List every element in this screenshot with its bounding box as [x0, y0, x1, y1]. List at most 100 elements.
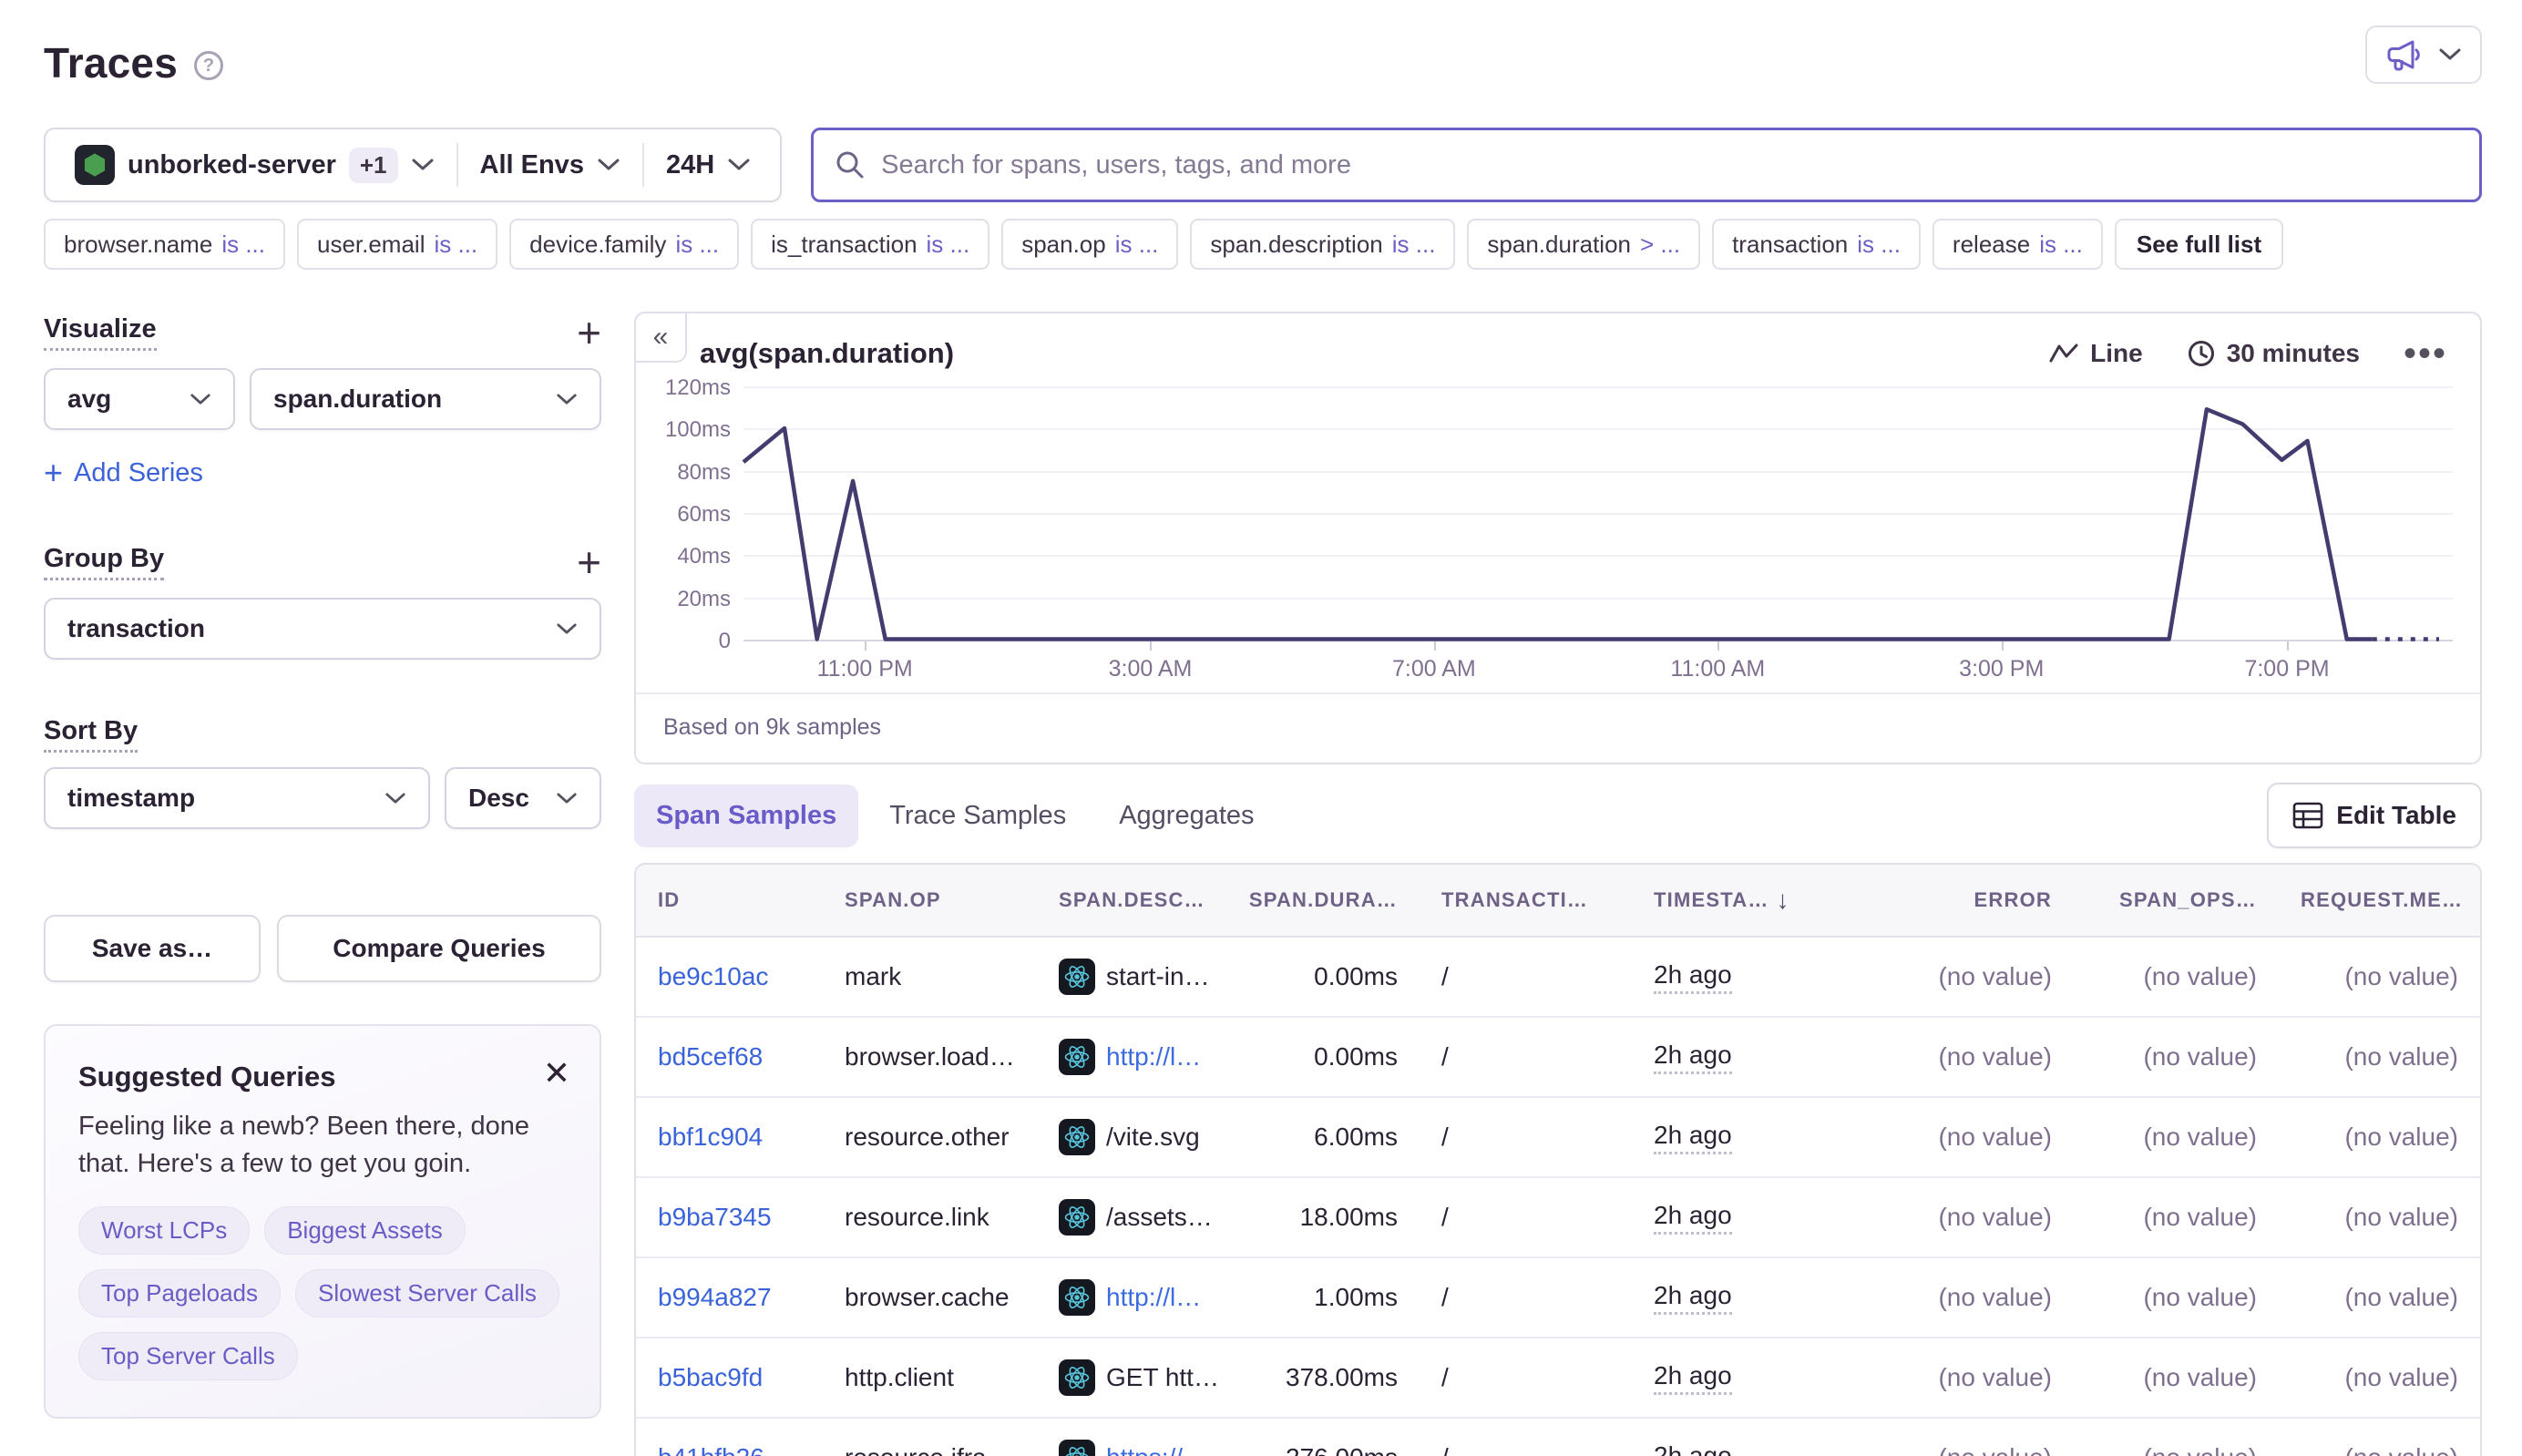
filter-chip-span.op[interactable]: span.opis ...: [1001, 219, 1178, 270]
react-icon: [1063, 1043, 1091, 1071]
collapse-sidebar-button[interactable]: «: [634, 312, 687, 363]
chart-panel: « avg(span.duration) Line 30 minutes •••: [634, 312, 2482, 764]
field-value: span.duration: [273, 385, 442, 414]
cell-error: (no value): [1850, 1203, 2074, 1232]
filter-chip-span.description[interactable]: span.descriptionis ...: [1190, 219, 1455, 270]
sort-direction-select[interactable]: Desc: [445, 767, 601, 829]
react-icon: [1063, 1204, 1091, 1231]
cell-transaction: /: [1420, 1203, 1632, 1232]
chevron-down-icon: [2438, 47, 2462, 62]
tab-trace-samples[interactable]: Trace Samples: [867, 784, 1088, 847]
add-series-button[interactable]: + Add Series: [44, 454, 203, 492]
cell-span-op: resource.other: [823, 1123, 1037, 1152]
y-tick-label: 60ms: [677, 502, 731, 528]
y-tick-label: 100ms: [665, 417, 731, 443]
add-visualize-button[interactable]: +: [577, 312, 601, 354]
chart-interval-control[interactable]: 30 minutes: [2187, 339, 2360, 368]
body-grid: Visualize + avg span.duration + Add Seri…: [44, 312, 2482, 1456]
suggested-query-pill[interactable]: Top Pageloads: [78, 1269, 281, 1318]
field-select[interactable]: span.duration: [250, 368, 601, 430]
column-header-span-desc-[interactable]: SPAN.DESC…: [1037, 888, 1256, 912]
y-tick-label: 120ms: [665, 375, 731, 401]
span-id-link[interactable]: b9ba7345: [658, 1203, 772, 1232]
chip-key: transaction: [1732, 231, 1848, 259]
column-header-transacti-[interactable]: TRANSACTI…: [1420, 888, 1632, 912]
y-tick-label: 20ms: [677, 587, 731, 612]
column-header-timesta-[interactable]: TIMESTA…↓: [1632, 886, 1850, 915]
span-id-link[interactable]: bbf1c904: [658, 1123, 763, 1152]
column-header-span-dura-[interactable]: SPAN.DURA…: [1256, 888, 1420, 912]
close-icon[interactable]: ✕: [543, 1057, 570, 1090]
aggregate-select[interactable]: avg: [44, 368, 235, 430]
chart-plot-area[interactable]: [743, 388, 2453, 641]
filter-chip-release[interactable]: releaseis ...: [1933, 219, 2103, 270]
cell-id: bbf1c904: [636, 1123, 823, 1152]
project-picker[interactable]: unborked-server +1: [53, 145, 456, 185]
suggested-query-pills: Worst LCPs Biggest Assets Top Pageloads Slo…: [78, 1206, 567, 1380]
cell-timestamp: 2h ago: [1632, 1281, 1850, 1315]
span-id-link[interactable]: bd5cef68: [658, 1042, 763, 1071]
see-full-list-button[interactable]: See full list: [2115, 219, 2283, 270]
add-group-by-button[interactable]: +: [577, 541, 601, 583]
y-tick-label: 80ms: [677, 460, 731, 486]
help-icon[interactable]: ?: [194, 51, 223, 80]
cell-span-duration: 6.00ms: [1256, 1123, 1420, 1152]
whats-new-button[interactable]: [2365, 26, 2482, 84]
cell-error: (no value): [1850, 1042, 2074, 1071]
span-id-link[interactable]: be9c10ac: [658, 962, 768, 991]
suggested-query-pill[interactable]: Top Server Calls: [78, 1332, 298, 1380]
environment-picker[interactable]: All Envs: [458, 150, 642, 180]
chart-type-control[interactable]: Line: [2048, 339, 2143, 368]
chip-operator: is ...: [221, 231, 265, 259]
cell-span-description: /vite.svg: [1037, 1119, 1256, 1155]
group-by-select[interactable]: transaction: [44, 598, 601, 660]
chart-x-axis-labels: 11:00 PM3:00 AM7:00 AM11:00 AM3:00 PM7:0…: [743, 641, 2453, 692]
chevron-down-icon: [190, 393, 211, 406]
span-id-link[interactable]: b994a827: [658, 1283, 772, 1312]
table-row: b9ba7345resource.link/assets…18.00ms/2h …: [636, 1178, 2480, 1258]
edit-table-button[interactable]: Edit Table: [2267, 783, 2482, 848]
time-range-picker[interactable]: 24H: [644, 150, 773, 180]
cell-span-ops: (no value): [2074, 1443, 2279, 1456]
chevron-down-icon: [597, 158, 620, 172]
search-input[interactable]: [881, 150, 2459, 180]
column-header-error[interactable]: ERROR: [1850, 888, 2074, 912]
cell-transaction: /: [1420, 1443, 1632, 1456]
save-as-button[interactable]: Save as…: [44, 915, 261, 982]
filter-chip-transaction[interactable]: transaction is ...: [1712, 219, 1921, 270]
cell-span-duration: 1.00ms: [1256, 1283, 1420, 1312]
visualize-heading: Visualize: [44, 314, 157, 351]
span-id-link[interactable]: b5bac9fd: [658, 1363, 763, 1392]
nodejs-platform-icon: [75, 145, 115, 185]
suggested-query-pill[interactable]: Biggest Assets: [264, 1206, 466, 1255]
cell-id: b41bfb26: [636, 1443, 823, 1456]
cell-transaction: /: [1420, 1042, 1632, 1071]
page-filter-bar: unborked-server +1 All Envs 24H: [44, 128, 782, 202]
cell-id: be9c10ac: [636, 962, 823, 991]
suggested-query-pill[interactable]: Slowest Server Calls: [295, 1269, 559, 1318]
sort-field-select[interactable]: timestamp: [44, 767, 430, 829]
filter-chip-span.duration[interactable]: span.duration> ...: [1467, 219, 1700, 270]
chip-key: release: [1953, 231, 2030, 259]
filter-chips-row: browser.nameis ...user.emailis ...device…: [44, 219, 2482, 270]
column-header-request-me-[interactable]: REQUEST.ME…: [2279, 888, 2482, 912]
filter-chip-browser.name[interactable]: browser.nameis ...: [44, 219, 285, 270]
chip-operator: is ...: [1857, 231, 1901, 259]
column-header-span-op[interactable]: SPAN.OP: [823, 888, 1037, 912]
suggested-query-pill[interactable]: Worst LCPs: [78, 1206, 250, 1255]
filter-chip-is_transaction[interactable]: is_transactionis ...: [751, 219, 989, 270]
filter-chip-user.email[interactable]: user.emailis ...: [297, 219, 497, 270]
visualize-section-head: Visualize +: [44, 312, 601, 354]
table-row: b5bac9fdhttp.clientGET htt…378.00ms/2h a…: [636, 1338, 2480, 1419]
chart-y-axis-labels: 020ms40ms60ms80ms100ms120ms: [636, 388, 731, 641]
filter-chip-device.family[interactable]: device.familyis ...: [509, 219, 739, 270]
column-header-id[interactable]: ID: [636, 888, 823, 912]
tab-aggregates[interactable]: Aggregates: [1097, 784, 1276, 847]
search-icon: [834, 149, 866, 181]
compare-queries-button[interactable]: Compare Queries: [277, 915, 601, 982]
span-id-link[interactable]: b41bfb26: [658, 1443, 764, 1456]
react-icon: [1063, 963, 1091, 990]
column-header-span-ops-[interactable]: SPAN_OPS…: [2074, 888, 2279, 912]
cell-span-description: http://l…: [1037, 1039, 1256, 1075]
tab-span-samples[interactable]: Span Samples: [634, 784, 858, 847]
